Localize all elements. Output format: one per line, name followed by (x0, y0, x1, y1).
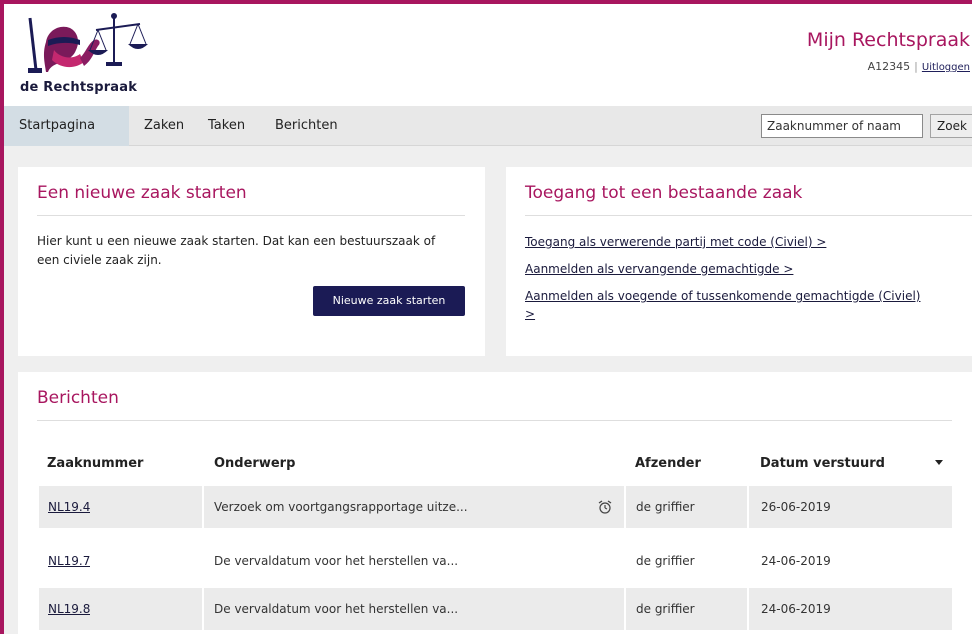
new-case-card: Een nieuwe zaak starten Hier kunt u een … (18, 167, 485, 356)
column-header-date-sent[interactable]: Datum verstuurd (760, 456, 885, 471)
alarm-clock-icon (597, 499, 613, 515)
main-nav: Startpagina Zaken Taken Berichten Zaaknu… (4, 106, 972, 146)
column-header-sender[interactable]: Afzender (635, 456, 701, 471)
access-divider (525, 215, 972, 216)
row-sender: de griffier (636, 500, 695, 514)
logout-link[interactable]: Uitloggen (922, 62, 970, 73)
row-sender: de griffier (636, 602, 695, 616)
row-subject[interactable]: De vervaldatum voor het herstellen va... (214, 540, 514, 582)
row-subject[interactable]: Verzoek om voortgangsrapportage uitze... (214, 486, 514, 528)
logo-text: de Rechtspraak (20, 80, 138, 95)
table-row[interactable]: NL19.7 De vervaldatum voor het herstelle… (39, 540, 952, 582)
tab-zaken[interactable]: Zaken (129, 106, 199, 146)
row-date: 26-06-2019 (761, 500, 831, 514)
row-sender: de griffier (636, 554, 695, 568)
messages-title: Berichten (37, 388, 119, 408)
access-link-substitute-representative[interactable]: Aanmelden als vervangende gemachtigde > (525, 260, 793, 279)
new-case-divider (37, 215, 465, 216)
messages-divider (37, 420, 952, 421)
row-divider (202, 588, 204, 630)
search-button[interactable]: Zoek (930, 114, 972, 138)
new-case-text-line1: Hier kunt u een nieuwe zaak starten. Dat… (37, 234, 436, 248)
row-divider (624, 588, 626, 630)
tab-startpagina[interactable]: Startpagina (4, 106, 129, 146)
user-info: A12345 | Uitloggen (868, 60, 970, 73)
tab-taken[interactable]: Taken (193, 106, 260, 146)
row-divider (202, 486, 204, 528)
access-title: Toegang tot een bestaande zaak (525, 183, 803, 203)
table-row[interactable]: NL19.8 De vervaldatum voor het herstelle… (39, 588, 952, 630)
new-case-button[interactable]: Nieuwe zaak starten (313, 286, 465, 316)
column-header-case-number[interactable]: Zaaknummer (47, 456, 143, 471)
sort-caret-icon[interactable] (935, 460, 943, 465)
access-link-joining-representative-arrow[interactable]: > (525, 305, 535, 324)
row-case-number[interactable]: NL19.4 (48, 486, 90, 528)
row-case-number[interactable]: NL19.8 (48, 588, 90, 630)
justitia-icon (28, 13, 148, 73)
row-divider (747, 486, 749, 528)
table-row[interactable]: NL19.4 Verzoek om voortgangsrapportage u… (39, 486, 952, 528)
row-case-number[interactable]: NL19.7 (48, 540, 90, 582)
row-divider (747, 588, 749, 630)
new-case-title: Een nieuwe zaak starten (37, 183, 247, 203)
row-subject[interactable]: De vervaldatum voor het herstellen va... (214, 588, 514, 630)
header: de Rechtspraak Mijn Rechtspraak A12345 | U… (4, 4, 972, 106)
new-case-text-line2: een civiele zaak zijn. (37, 253, 162, 267)
tab-berichten[interactable]: Berichten (260, 106, 353, 146)
row-date: 24-06-2019 (761, 602, 831, 616)
row-divider (624, 486, 626, 528)
app-title: Mijn Rechtspraak (806, 29, 970, 51)
search-input[interactable]: Zaaknummer of naam (761, 114, 923, 138)
access-link-joining-representative[interactable]: Aanmelden als voegende of tussenkomende … (525, 287, 920, 306)
user-separator: | (914, 60, 918, 73)
row-date: 24-06-2019 (761, 554, 831, 568)
access-card: Toegang tot een bestaande zaak Toegang a… (506, 167, 972, 356)
column-header-subject[interactable]: Onderwerp (214, 456, 295, 471)
user-id: A12345 (867, 60, 911, 73)
access-link-defendant-code[interactable]: Toegang als verwerende partij met code (… (525, 233, 826, 252)
